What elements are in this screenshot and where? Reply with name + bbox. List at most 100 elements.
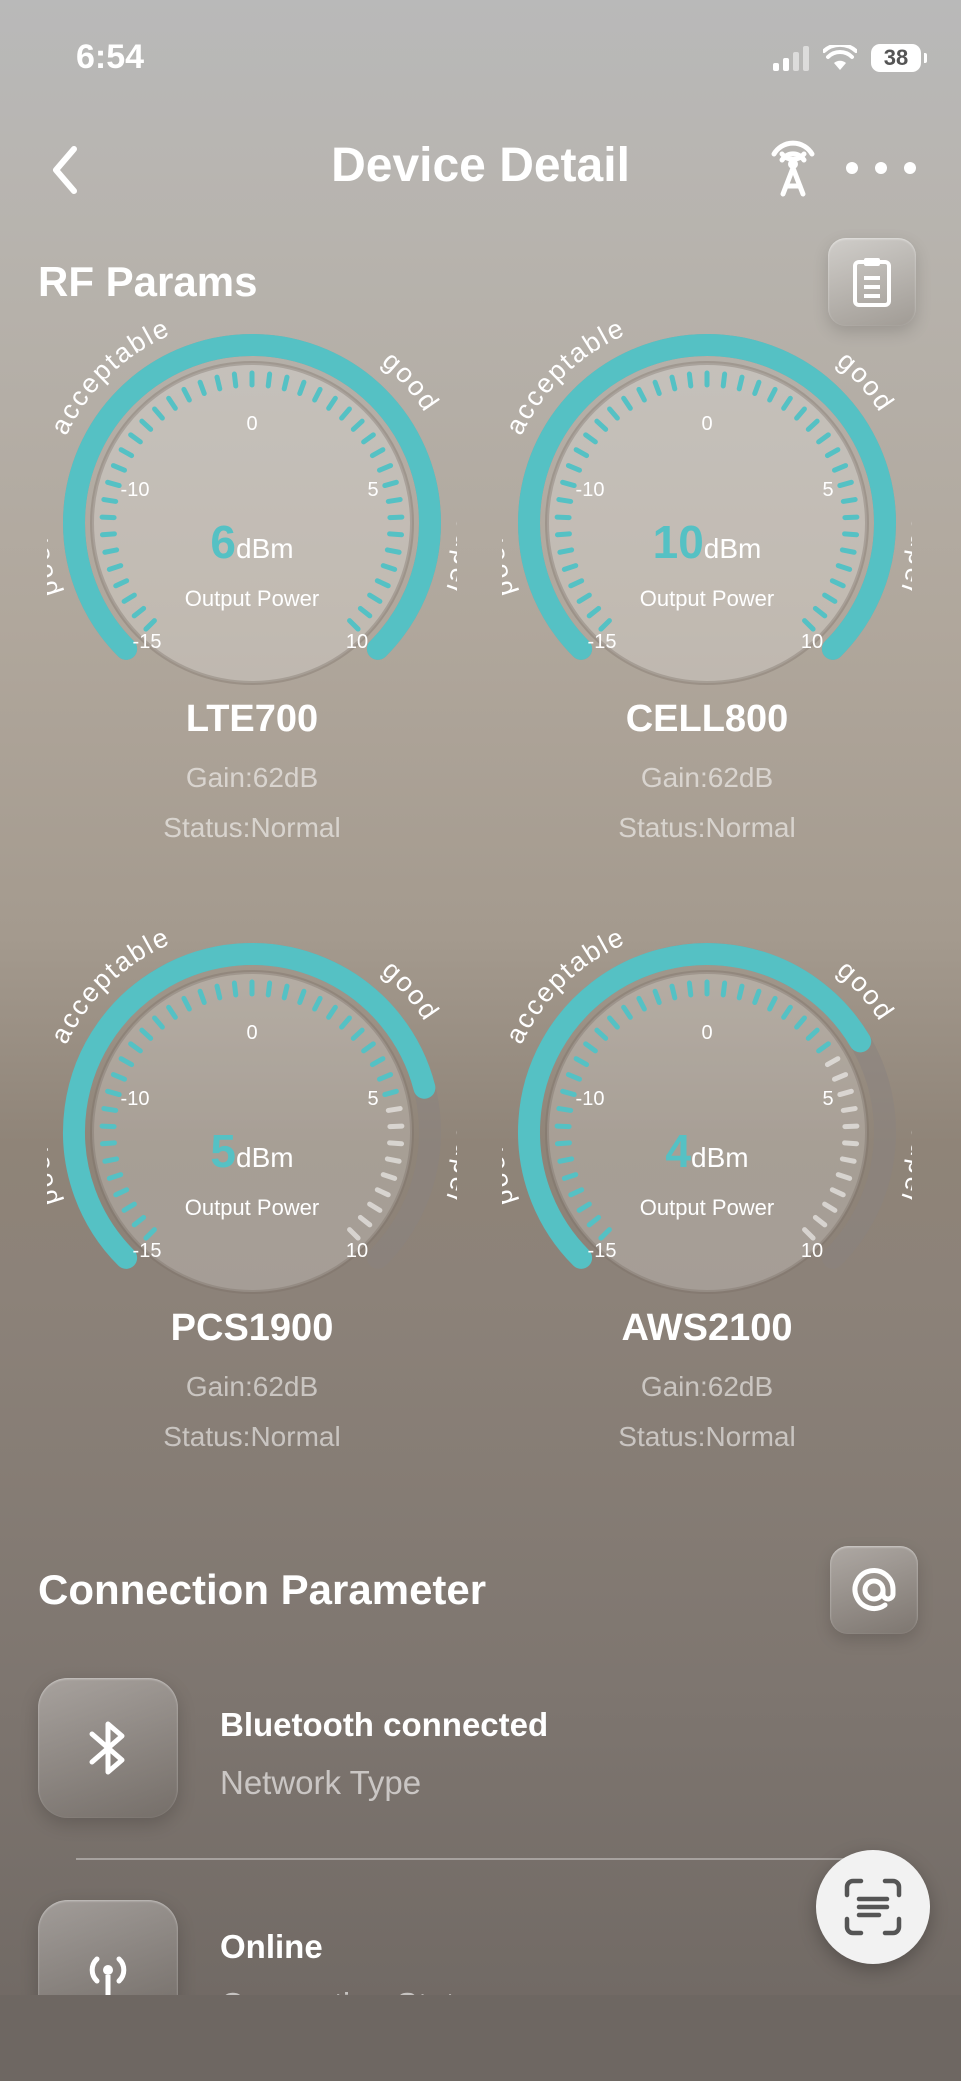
zone-label-super: super: [894, 1126, 912, 1210]
gauge-tick: [105, 479, 122, 489]
band-status: Status:Normal: [618, 1421, 796, 1452]
scale-label: 0: [701, 413, 712, 435]
gauge-tick: [384, 547, 402, 555]
gauge-aws2100: pooracceptablegoodsuper-15-1005104dBmOut…: [502, 927, 912, 1452]
battery-icon: 38: [871, 44, 927, 72]
gauge-tick: [265, 371, 273, 389]
gauge-tick: [556, 497, 574, 504]
wifi-icon: [823, 45, 857, 70]
gauge-tick: [99, 1140, 117, 1147]
gauge-tick: [840, 497, 858, 504]
band-name: CELL800: [625, 698, 789, 740]
gauge-dial: pooracceptablegoodsuper-15-1005105dBmOut…: [47, 927, 457, 1294]
gauge-tick: [835, 563, 853, 572]
gauge-tick: [686, 980, 694, 998]
gauge-tick: [380, 563, 398, 572]
gauge-tick: [387, 531, 405, 538]
output-power-caption: Output Power: [640, 1195, 775, 1220]
gauge-tick: [835, 1172, 853, 1181]
band-name: AWS2100: [621, 1307, 793, 1349]
scale-label: -15: [133, 631, 162, 653]
scan-document-icon: [844, 1878, 902, 1936]
scale-label: 5: [822, 479, 833, 501]
gauge-tick: [842, 1140, 860, 1147]
gauge-tick: [839, 1156, 857, 1164]
gauge-tick: [686, 371, 694, 389]
scan-button[interactable]: [816, 1850, 930, 1964]
bluetooth-icon: [89, 1721, 125, 1775]
scale-label: 0: [246, 1022, 257, 1044]
gauge-tick: [231, 371, 239, 389]
scale-label: -10: [121, 1088, 150, 1110]
band-status: Status:Normal: [618, 812, 796, 843]
scale-label: 5: [367, 1088, 378, 1110]
gauge-tick: [101, 497, 119, 504]
at-command-button[interactable]: [830, 1546, 918, 1634]
output-power-caption: Output Power: [185, 1195, 320, 1220]
gauge-dial: pooracceptablegoodsuper-15-1005104dBmOut…: [502, 927, 912, 1294]
scale-label: -15: [588, 631, 617, 653]
connection-icon-box: [38, 1678, 178, 1818]
gauge-tick: [840, 1106, 858, 1113]
gauge-tick: [736, 983, 745, 1001]
signal-tower-button[interactable]: [762, 138, 824, 200]
gauge-tick: [720, 371, 728, 389]
gauge-tick: [382, 1088, 399, 1098]
scale-label: 10: [801, 631, 823, 653]
gauge-tick: [99, 531, 117, 538]
zone-label-poor: poor: [502, 532, 520, 600]
more-options-button[interactable]: [846, 148, 916, 188]
scale-label: 0: [246, 413, 257, 435]
connection-parameter-title: Connection Parameter: [38, 1566, 487, 1613]
scale-label: -15: [588, 1240, 617, 1262]
rf-params-title: RF Params: [38, 258, 258, 305]
gauge-tick: [736, 374, 745, 392]
gauge-tick: [556, 1106, 574, 1113]
gauge-dial: pooracceptablegoodsuper-15-1005106dBmOut…: [47, 318, 457, 685]
gauge-tick: [554, 1140, 572, 1147]
scale-label: -15: [133, 1240, 162, 1262]
gauge-tick: [720, 980, 728, 998]
band-name: PCS1900: [170, 1307, 334, 1349]
gauge-pcs1900: pooracceptablegoodsuper-15-1005105dBmOut…: [47, 927, 457, 1452]
scale-label: 10: [801, 1240, 823, 1262]
more-dot-icon: [875, 162, 887, 174]
more-dot-icon: [846, 162, 858, 174]
gauge-tick: [837, 479, 854, 489]
gauge-tick: [554, 531, 572, 538]
divider: [76, 1858, 846, 1860]
gauge-tick: [387, 1140, 405, 1147]
connection-label: Network Type: [220, 1764, 422, 1801]
gauge-tick: [380, 1172, 398, 1181]
gauge-tick: [265, 980, 273, 998]
band-gain: Gain:62dB: [185, 1371, 319, 1402]
band-gain: Gain:62dB: [640, 762, 774, 793]
gauge-tick: [561, 1172, 579, 1181]
band-status: Status:Normal: [163, 1421, 341, 1452]
connection-item-network-type: Bluetooth connected Network Type: [38, 1678, 918, 1828]
gauge-tick: [281, 983, 290, 1001]
gauge-tick: [557, 547, 575, 555]
gauge-tick: [102, 547, 120, 555]
connection-value: Online: [220, 1928, 323, 1965]
connection-value: Bluetooth connected: [220, 1706, 549, 1743]
gauge-tick: [669, 374, 678, 392]
gauge-tick: [214, 983, 223, 1001]
gauge-tick: [560, 1088, 577, 1098]
report-button[interactable]: [828, 238, 916, 326]
gauge-tick: [231, 980, 239, 998]
status-time: 6:54: [76, 38, 145, 76]
scale-label: 10: [346, 1240, 368, 1262]
gauge-tick: [281, 374, 290, 392]
gauge-tick: [837, 1088, 854, 1098]
gauge-tick: [106, 563, 124, 572]
band-name: LTE700: [185, 698, 319, 740]
output-power-caption: Output Power: [640, 586, 775, 611]
scale-label: 10: [346, 631, 368, 653]
band-gain: Gain:62dB: [640, 1371, 774, 1402]
gauge-tick: [385, 497, 403, 504]
cellular-signal-icon: [773, 45, 809, 71]
scale-label: 5: [822, 1088, 833, 1110]
signal-tower-icon: [771, 140, 815, 197]
band-status: Status:Normal: [163, 812, 341, 843]
